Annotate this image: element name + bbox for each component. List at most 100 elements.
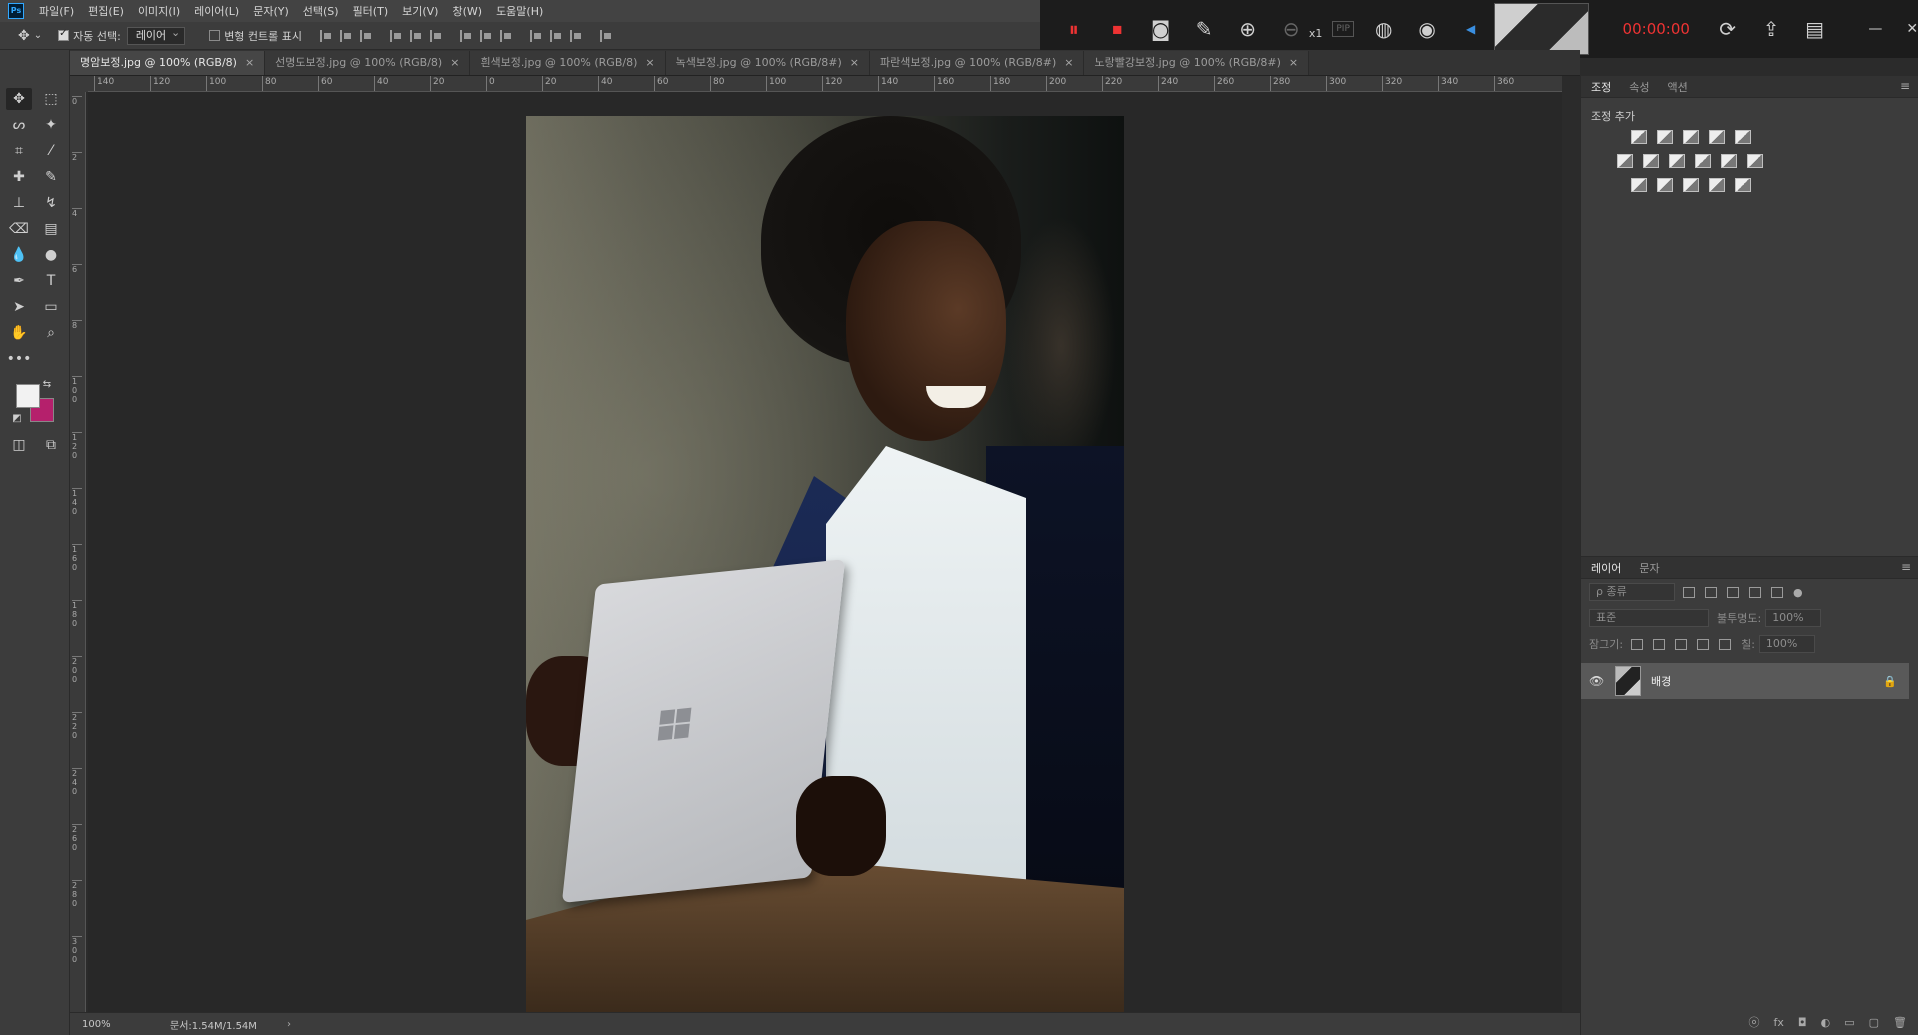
gradient-map-icon[interactable] bbox=[1735, 178, 1751, 192]
filter-type-icon[interactable] bbox=[1727, 586, 1739, 598]
filter-pixel-icon[interactable] bbox=[1683, 586, 1695, 598]
menu-select[interactable]: 선택(S) bbox=[296, 3, 346, 19]
lasso-tool-icon[interactable]: ᔕ bbox=[6, 114, 32, 136]
tab-layers[interactable]: 레이어 bbox=[1591, 560, 1621, 576]
status-menu-arrow[interactable]: › bbox=[287, 1019, 291, 1030]
panel-menu-icon[interactable]: ≡ bbox=[1901, 560, 1911, 574]
magic-wand-tool-icon[interactable]: ✦ bbox=[38, 114, 64, 136]
auto-align-icon[interactable] bbox=[600, 29, 612, 42]
filter-adjustment-icon[interactable] bbox=[1705, 586, 1717, 598]
add-mask-icon[interactable]: ◘ bbox=[1798, 1016, 1807, 1029]
menu-edit[interactable]: 편집(E) bbox=[81, 3, 131, 19]
pen-tool-icon[interactable]: ✒ bbox=[6, 270, 32, 292]
tab-document[interactable]: 선명도보정.jpg @ 100% (RGB/8) × bbox=[265, 51, 471, 75]
eye-icon[interactable]: 👁 bbox=[1589, 674, 1609, 688]
path-selection-tool-icon[interactable]: ➤ bbox=[6, 296, 32, 318]
settings-dropdown-icon[interactable]: ▤ bbox=[1801, 15, 1828, 43]
tab-characters[interactable]: 문자 bbox=[1639, 560, 1659, 576]
menu-window[interactable]: 창(W) bbox=[445, 3, 489, 19]
photo-filter-icon[interactable] bbox=[1695, 154, 1711, 168]
tab-properties[interactable]: 속성 bbox=[1629, 79, 1649, 95]
stop-record-icon[interactable]: ⏹ bbox=[1103, 15, 1130, 43]
close-icon[interactable]: × bbox=[1064, 56, 1073, 69]
lock-transparent-icon[interactable] bbox=[1631, 638, 1644, 650]
black-white-icon[interactable] bbox=[1669, 154, 1685, 168]
tab-document[interactable]: 녹색보정.jpg @ 100% (RGB/8#) × bbox=[665, 51, 870, 75]
align-hcenter-icon[interactable] bbox=[410, 29, 422, 42]
delete-layer-icon[interactable]: 🗑 bbox=[1893, 1016, 1907, 1029]
move-icon[interactable]: ✥ bbox=[18, 28, 30, 44]
chevron-down-icon[interactable]: ⌄ bbox=[34, 30, 42, 41]
hue-saturation-icon[interactable] bbox=[1617, 154, 1633, 168]
vibrance-icon[interactable] bbox=[1735, 130, 1751, 144]
default-colors-icon[interactable]: ◩ bbox=[10, 412, 24, 426]
close-icon[interactable]: × bbox=[645, 56, 654, 69]
brush-tool-icon[interactable]: ✎ bbox=[38, 166, 64, 188]
lock-artboard-icon[interactable] bbox=[1697, 638, 1710, 650]
blur-tool-icon[interactable]: 💧 bbox=[6, 244, 32, 266]
eraser-tool-icon[interactable]: ⌫ bbox=[6, 218, 32, 240]
align-right-icon[interactable] bbox=[430, 29, 442, 42]
canvas-area[interactable] bbox=[88, 92, 1562, 1012]
exposure-icon[interactable] bbox=[1709, 130, 1725, 144]
distribute-hcenter-icon[interactable] bbox=[550, 29, 562, 42]
distribute-right-icon[interactable] bbox=[570, 29, 582, 42]
distribute-top-icon[interactable] bbox=[460, 29, 472, 42]
new-group-icon[interactable]: ▭ bbox=[1844, 1016, 1854, 1029]
speaker-icon[interactable]: ◀ bbox=[1457, 15, 1484, 43]
align-left-icon[interactable] bbox=[390, 29, 402, 42]
menu-file[interactable]: 파일(F) bbox=[32, 3, 81, 19]
lock-all-icon[interactable] bbox=[1719, 638, 1732, 650]
auto-select-checkbox[interactable] bbox=[58, 28, 70, 41]
drop-icon[interactable]: ◍ bbox=[1370, 15, 1397, 43]
tab-document[interactable]: 명암보정.jpg @ 100% (RGB/8) × bbox=[70, 51, 266, 75]
rectangle-tool-icon[interactable]: ▭ bbox=[38, 296, 64, 318]
document-photo[interactable] bbox=[526, 116, 1124, 1012]
zoom-in-icon[interactable]: ⊕ bbox=[1234, 15, 1261, 43]
align-bottom-icon[interactable] bbox=[360, 29, 372, 42]
eye-effect-icon[interactable]: ◉ bbox=[1413, 15, 1440, 43]
filter-shape-icon[interactable] bbox=[1749, 586, 1761, 598]
crop-tool-icon[interactable]: ⌗ bbox=[6, 140, 32, 162]
hand-tool-icon[interactable]: ✋ bbox=[6, 322, 32, 344]
new-adjustment-layer-icon[interactable]: ◐ bbox=[1821, 1016, 1831, 1029]
link-layers-icon[interactable]: ⓞ bbox=[1749, 1014, 1760, 1030]
zoom-level[interactable]: 100% bbox=[82, 1019, 142, 1030]
zoom-out-icon[interactable]: ⊖ bbox=[1277, 15, 1304, 43]
distribute-bottom-icon[interactable] bbox=[500, 29, 512, 42]
horizontal-ruler[interactable]: 140 120 100 80 60 40 20 0 20 40 60 80 100 120 140 160 18… bbox=[88, 76, 1562, 92]
layer-style-icon[interactable]: fx bbox=[1774, 1016, 1784, 1029]
lock-image-icon[interactable] bbox=[1653, 638, 1666, 650]
filter-smart-object-icon[interactable] bbox=[1771, 586, 1783, 598]
minimize-icon[interactable]: — bbox=[1868, 21, 1882, 37]
brightness-contrast-icon[interactable] bbox=[1631, 130, 1647, 144]
menu-image[interactable]: 이미지(I) bbox=[131, 3, 187, 19]
pen-icon[interactable]: ✎ bbox=[1190, 15, 1217, 43]
align-top-icon[interactable] bbox=[320, 29, 332, 42]
foreground-color-swatch[interactable] bbox=[16, 384, 40, 408]
tab-document[interactable]: 흰색보정.jpg @ 100% (RGB/8) × bbox=[470, 51, 666, 75]
history-brush-tool-icon[interactable]: ↯ bbox=[38, 192, 64, 214]
swap-colors-icon[interactable]: ⇆ bbox=[40, 378, 54, 392]
fill-input[interactable]: 100% bbox=[1758, 635, 1815, 653]
filter-toggle-icon[interactable]: ● bbox=[1793, 586, 1803, 599]
menu-filter[interactable]: 필터(T) bbox=[346, 3, 396, 19]
more-tools-icon[interactable]: ••• bbox=[6, 348, 32, 370]
close-icon[interactable]: × bbox=[1289, 56, 1298, 69]
selective-color-icon[interactable] bbox=[1709, 178, 1725, 192]
auto-select-dropdown[interactable]: 레이어 bbox=[126, 25, 186, 45]
distribute-vcenter-icon[interactable] bbox=[480, 29, 492, 42]
distribute-left-icon[interactable] bbox=[530, 29, 542, 42]
panel-menu-icon[interactable]: ≡ bbox=[1900, 79, 1910, 93]
dodge-tool-icon[interactable]: ● bbox=[38, 244, 64, 266]
new-layer-icon[interactable]: ▢ bbox=[1869, 1016, 1879, 1029]
eyedropper-tool-icon[interactable]: ⁄ bbox=[38, 140, 64, 162]
healing-brush-tool-icon[interactable]: ✚ bbox=[6, 166, 32, 188]
menu-view[interactable]: 보기(V) bbox=[395, 3, 445, 19]
lock-position-icon[interactable] bbox=[1675, 638, 1688, 650]
invert-icon[interactable] bbox=[1631, 178, 1647, 192]
tab-actions[interactable]: 액션 bbox=[1668, 79, 1688, 95]
align-vcenter-icon[interactable] bbox=[340, 29, 352, 42]
menu-help[interactable]: 도움말(H) bbox=[489, 3, 550, 19]
tab-document[interactable]: 파란색보정.jpg @ 100% (RGB/8#) × bbox=[869, 51, 1085, 75]
